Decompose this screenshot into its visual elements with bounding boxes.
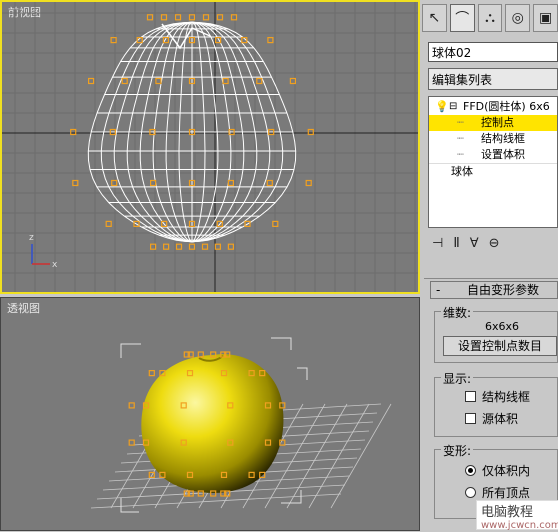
control-point	[227, 243, 234, 250]
control-point	[202, 14, 210, 21]
control-point	[266, 179, 273, 187]
only-in-volume-radio[interactable]: 仅体积内	[465, 462, 530, 479]
control-point	[256, 77, 263, 85]
tree-branch-icon: ┈	[457, 148, 464, 161]
control-point	[230, 14, 238, 21]
control-point	[87, 77, 95, 85]
sphere-wireframe	[87, 21, 297, 243]
only-in-volume-label: 仅体积内	[482, 464, 531, 478]
rollout-title: 自由变形参数	[467, 283, 540, 297]
control-point	[146, 14, 154, 21]
control-point	[105, 220, 112, 227]
ground-grid-line	[308, 403, 370, 509]
create-tab-cursor-icon[interactable]: ↖	[422, 4, 447, 32]
stack-item-set-volume[interactable]: ┈ 设置体积	[429, 147, 557, 163]
control-point	[188, 14, 196, 21]
tree-branch-icon: ┈	[457, 116, 464, 129]
control-point	[214, 243, 221, 250]
modifier-stack[interactable]: 💡 ⊟ FFD(圆柱体) 6x6 ┈ 控制点 ┈ 结构线框 ┈ 设置体积 球体	[428, 96, 558, 228]
modify-tab-arc-icon[interactable]: ⌒	[449, 4, 475, 32]
all-vertices-label: 所有顶点	[482, 486, 531, 500]
control-point	[307, 128, 314, 136]
motion-tab-icon[interactable]: ◎	[505, 4, 531, 32]
front-viewport[interactable]: 前视图 z x	[0, 0, 420, 294]
control-point	[121, 77, 128, 85]
display-group: 显示: 结构线框 源体积	[434, 370, 558, 437]
control-point	[148, 369, 155, 377]
perspective-canvas	[90, 337, 392, 513]
source-volume-checkbox-label: 源体积	[482, 412, 519, 426]
rollout-header[interactable]: - 自由变形参数	[430, 281, 558, 299]
control-point	[174, 14, 182, 21]
stack-item-control-points-label: 控制点	[481, 116, 514, 129]
collapse-icon[interactable]: ⊟	[449, 99, 457, 115]
show-end-result-icon[interactable]: Ⅱ	[453, 236, 459, 251]
stack-item-lattice[interactable]: ┈ 结构线框	[429, 131, 557, 147]
control-point	[128, 439, 135, 446]
lattice-checkbox[interactable]: 结构线框	[465, 388, 530, 405]
checkbox-box[interactable]	[465, 391, 476, 402]
remove-modifier-icon[interactable]: ⊖	[489, 236, 500, 251]
control-point	[188, 243, 196, 250]
pin-stack-icon[interactable]: ⊣	[432, 236, 443, 251]
radio-button[interactable]	[465, 465, 476, 476]
command-panel-tabs: ↖ ⌒ ⛬ ◎ ▣	[422, 4, 558, 34]
front-viewport-canvas: z x	[2, 2, 418, 292]
modifier-list-dropdown[interactable]: 编辑集列表	[428, 68, 558, 90]
perspective-viewport[interactable]: 透视图	[0, 297, 420, 531]
display-label: 显示:	[441, 370, 474, 387]
stack-item-sphere-label: 球体	[451, 165, 473, 178]
site-watermark: 电脑教程 www.jcwcn.com	[476, 500, 558, 531]
ground-grid-line	[286, 403, 348, 509]
x-axis-label: x	[52, 260, 58, 270]
set-points-button[interactable]: 设置控制点数目	[443, 336, 557, 356]
deform-label: 变形:	[441, 442, 474, 459]
control-point	[111, 179, 118, 187]
front-grid	[2, 2, 418, 292]
tree-branch-icon: ┈	[457, 132, 464, 145]
all-vertices-radio[interactable]: 所有顶点	[465, 484, 530, 501]
lightbulb-icon[interactable]: 💡	[435, 99, 449, 115]
control-point	[222, 77, 229, 85]
rollout-collapse-icon[interactable]: -	[436, 282, 440, 298]
stack-item-set-volume-label: 设置体积	[481, 148, 525, 161]
hierarchy-tab-icon[interactable]: ⛬	[477, 4, 503, 32]
radio-button[interactable]	[465, 487, 476, 498]
ffd-parameters-rollout: - 自由变形参数 维数: 6x6x6 设置控制点数目 显示: 结构线框 源体积 …	[424, 278, 558, 532]
lattice-checkbox-label: 结构线框	[482, 390, 531, 404]
control-point	[267, 36, 274, 44]
stack-item-ffd[interactable]: 💡 ⊟ FFD(圆柱体) 6x6	[429, 99, 557, 115]
control-point	[305, 179, 312, 187]
display-tab-monitor-icon[interactable]: ▣	[533, 4, 558, 32]
control-point	[175, 243, 183, 250]
control-point	[155, 77, 162, 85]
stack-item-sphere[interactable]: 球体	[429, 163, 557, 180]
dimensions-value: 6x6x6	[485, 320, 520, 333]
stack-item-ffd-label: FFD(圆柱体) 6x6	[463, 100, 550, 113]
control-point	[163, 243, 170, 250]
watermark-title: 电脑教程	[481, 505, 534, 520]
control-point	[128, 402, 135, 409]
ground-grid-line	[330, 403, 392, 509]
watermark-url: www.jcwcn.com	[481, 520, 558, 531]
stack-item-control-points[interactable]: ┈ 控制点	[429, 115, 557, 131]
stack-item-lattice-label: 结构线框	[481, 132, 525, 145]
make-unique-icon[interactable]: ∀	[470, 236, 479, 251]
control-point	[216, 14, 224, 21]
dimensions-group: 维数: 6x6x6 设置控制点数目	[434, 304, 558, 363]
object-name-input[interactable]: 球体02	[428, 42, 558, 62]
stack-toolbar: ⊣ Ⅱ ∀ ⊖	[428, 232, 558, 254]
checkbox-box[interactable]	[465, 413, 476, 424]
control-point	[201, 243, 209, 250]
dimensions-label: 维数:	[441, 304, 474, 321]
source-volume-checkbox[interactable]: 源体积	[465, 410, 518, 427]
z-axis-label: z	[29, 233, 34, 243]
control-point	[160, 14, 168, 21]
